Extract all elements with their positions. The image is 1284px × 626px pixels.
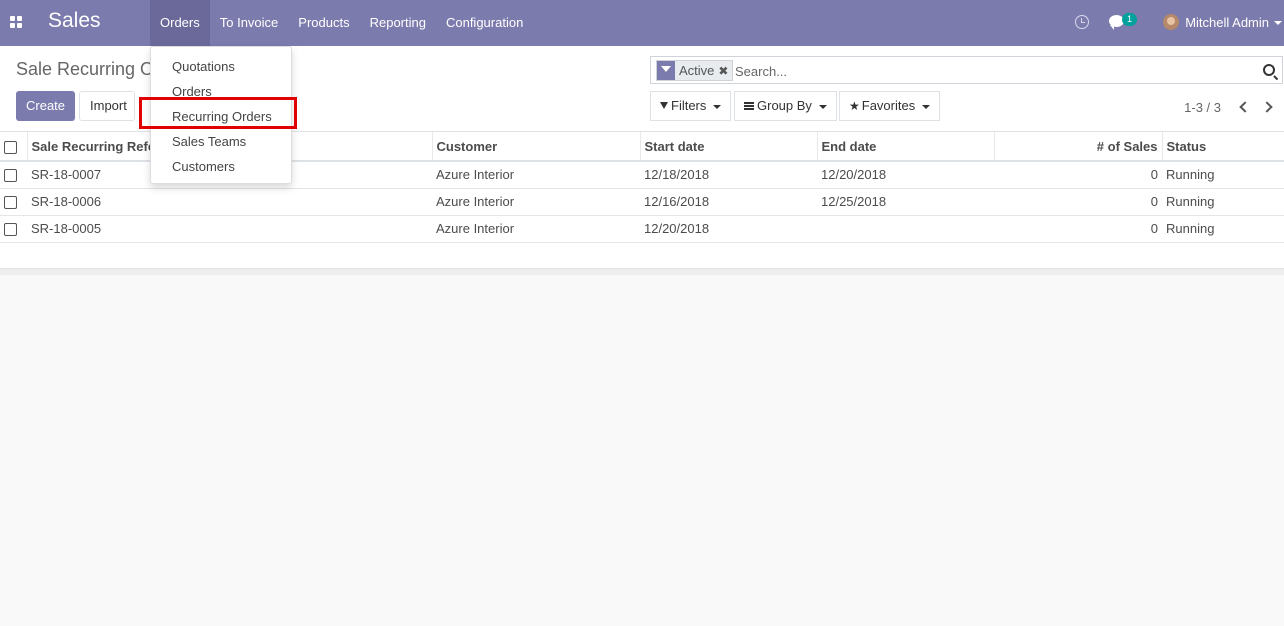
end-date-cell[interactable]: 12/25/2018 xyxy=(817,188,994,216)
sales-count-cell[interactable]: 0 xyxy=(994,215,1162,243)
row-select-cell[interactable] xyxy=(0,215,27,243)
end-date-cell[interactable] xyxy=(817,215,994,243)
import-button[interactable]: Import xyxy=(79,91,135,121)
user-avatar[interactable] xyxy=(1163,14,1179,30)
menu-item-recurring-orders[interactable]: Recurring Orders xyxy=(151,104,291,129)
chevron-left-icon[interactable] xyxy=(1236,100,1250,114)
list-footer xyxy=(0,242,1284,269)
search-box: Active ✖ xyxy=(650,56,1283,84)
start-date-cell[interactable]: 12/18/2018 xyxy=(640,161,817,189)
search-input[interactable] xyxy=(735,61,1255,81)
group-by-label: Group By xyxy=(757,98,812,113)
row-select-cell[interactable] xyxy=(0,161,27,189)
user-menu[interactable]: Mitchell Admin xyxy=(1185,15,1269,30)
customer-cell[interactable]: Azure Interior xyxy=(432,215,640,243)
pager-value[interactable]: 1-3 / 3 xyxy=(1184,100,1221,115)
row-checkbox[interactable] xyxy=(4,196,17,210)
reference-cell[interactable]: SR-18-0006 xyxy=(27,188,432,216)
end-date-cell[interactable]: 12/20/2018 xyxy=(817,161,994,189)
filter-icon xyxy=(660,102,668,110)
row-checkbox[interactable] xyxy=(4,169,17,183)
group-by-button[interactable]: Group By xyxy=(734,91,837,121)
favorites-label: Favorites xyxy=(861,98,916,113)
table-row[interactable]: SR-18-0006 Azure Interior 12/16/2018 12/… xyxy=(0,188,1284,216)
column-header[interactable]: Start date xyxy=(640,132,818,162)
sales-count-cell[interactable]: 0 xyxy=(994,161,1162,189)
menu-orders[interactable]: Orders xyxy=(150,0,210,46)
list-footer-bar xyxy=(0,268,1284,275)
menu-to-invoice[interactable]: To Invoice xyxy=(210,0,289,46)
activity-clock-icon[interactable] xyxy=(1075,15,1089,29)
chat-badge: 1 xyxy=(1122,13,1137,26)
customer-cell[interactable]: Azure Interior xyxy=(432,161,640,189)
caret-down-icon xyxy=(713,104,722,109)
column-header[interactable]: End date xyxy=(817,132,995,162)
row-select-cell[interactable] xyxy=(0,188,27,216)
menu-configuration[interactable]: Configuration xyxy=(436,0,533,46)
select-all-header[interactable] xyxy=(0,132,28,162)
column-header[interactable]: # of Sales xyxy=(994,132,1163,162)
menu-item-quotations[interactable]: Quotations xyxy=(151,54,291,79)
status-cell[interactable]: Running xyxy=(1162,215,1284,243)
orders-dropdown-menu: Quotations Orders Recurring Orders Sales… xyxy=(150,46,292,184)
menu-reporting[interactable]: Reporting xyxy=(360,0,436,46)
search-icon[interactable] xyxy=(1263,64,1275,76)
status-cell[interactable]: Running xyxy=(1162,188,1284,216)
column-header[interactable]: Status xyxy=(1162,132,1284,162)
search-facet: Active ✖ xyxy=(656,60,734,81)
select-all-checkbox[interactable] xyxy=(4,140,17,154)
filters-label: Filters xyxy=(671,98,707,113)
facet-label: Active xyxy=(679,63,715,78)
menu-item-sales-teams[interactable]: Sales Teams xyxy=(151,129,291,154)
sales-count-cell[interactable]: 0 xyxy=(994,188,1162,216)
top-navbar: Sales Orders To Invoice Products Reporti… xyxy=(0,0,1284,46)
start-date-cell[interactable]: 12/20/2018 xyxy=(640,215,817,243)
create-button[interactable]: Create xyxy=(16,91,75,121)
caret-down-icon xyxy=(818,104,827,109)
column-header[interactable]: Customer xyxy=(432,132,641,162)
filter-icon xyxy=(657,61,675,80)
main-menu: Orders To Invoice Products Reporting Con… xyxy=(150,0,533,46)
star-icon: ★ xyxy=(849,99,860,113)
table-row[interactable]: SR-18-0005 Azure Interior 12/20/2018 0 R… xyxy=(0,215,1284,243)
start-date-cell[interactable]: 12/16/2018 xyxy=(640,188,817,216)
filters-button[interactable]: Filters xyxy=(650,91,732,121)
status-cell[interactable]: Running xyxy=(1162,161,1284,189)
facet-remove-icon[interactable]: ✖ xyxy=(718,64,732,78)
apps-menu-icon[interactable] xyxy=(10,16,23,29)
menu-item-customers[interactable]: Customers xyxy=(151,154,291,179)
app-title[interactable]: Sales xyxy=(48,9,101,33)
menu-products[interactable]: Products xyxy=(288,0,359,46)
caret-down-icon[interactable] xyxy=(1274,21,1282,25)
chevron-right-icon[interactable] xyxy=(1261,100,1275,114)
bars-icon xyxy=(744,101,754,110)
caret-down-icon xyxy=(922,104,931,109)
menu-item-orders[interactable]: Orders xyxy=(151,79,291,104)
customer-cell[interactable]: Azure Interior xyxy=(432,188,640,216)
favorites-button[interactable]: ★ Favorites xyxy=(839,91,941,121)
reference-cell[interactable]: SR-18-0005 xyxy=(27,215,432,243)
row-checkbox[interactable] xyxy=(4,223,17,237)
